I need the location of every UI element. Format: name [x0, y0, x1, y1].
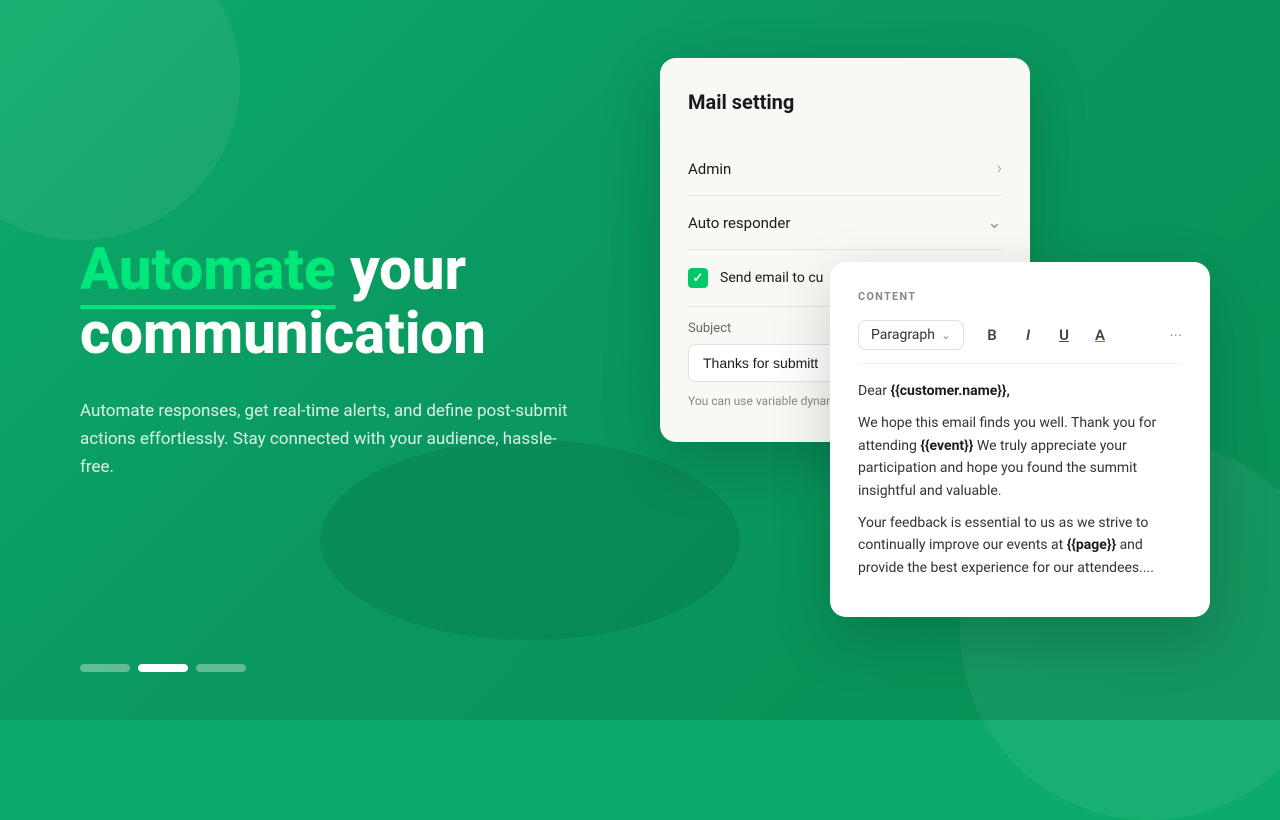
bold-button[interactable]: B [976, 319, 1008, 351]
dot-1[interactable] [80, 664, 130, 672]
paragraph-selector[interactable]: Paragraph ⌄ [858, 320, 964, 350]
hero-section: Automate yourcommunication Automate resp… [80, 239, 580, 481]
hero-description: Automate responses, get real-time alerts… [80, 397, 580, 481]
page-var: {{page}} [1067, 537, 1116, 553]
editor-body: Dear {{customer.name}}, We hope this ema… [858, 380, 1182, 579]
content-editor-card: CONTENT Paragraph ⌄ B I U A ··· Dear {{c… [830, 262, 1210, 617]
more-options-button[interactable]: ··· [1169, 326, 1182, 345]
greeting-line: Dear {{customer.name}}, [858, 380, 1182, 402]
auto-responder-row[interactable]: Auto responder ⌄ [688, 196, 1002, 250]
italic-button[interactable]: I [1012, 319, 1044, 351]
underline-button[interactable]: U [1048, 319, 1080, 351]
editor-toolbar: Paragraph ⌄ B I U A ··· [858, 319, 1182, 364]
customer-name-var: {{customer.name}} [890, 383, 1006, 399]
admin-label: Admin [688, 160, 731, 178]
body-line-1: We hope this email finds you well. Thank… [858, 412, 1182, 502]
mail-card-title: Mail setting [688, 90, 1002, 114]
chevron-down-icon: ⌄ [987, 212, 1002, 233]
body-line-2: Your feedback is essential to us as we s… [858, 512, 1182, 579]
pagination [80, 664, 246, 672]
paragraph-label: Paragraph [871, 327, 935, 343]
dot-3[interactable] [196, 664, 246, 672]
auto-responder-label: Auto responder [688, 214, 790, 232]
admin-row[interactable]: Admin › [688, 142, 1002, 196]
content-label: CONTENT [858, 290, 1182, 303]
chevron-right-icon: › [997, 158, 1002, 179]
send-email-checkbox[interactable] [688, 268, 708, 288]
hero-highlight: Automate [80, 239, 336, 303]
dot-2[interactable] [138, 664, 188, 672]
event-var: {{event}} [920, 438, 973, 454]
hero-title: Automate yourcommunication [80, 239, 580, 367]
selector-chevron-icon: ⌄ [941, 328, 951, 342]
send-email-label: Send email to cu [720, 270, 823, 286]
text-color-button[interactable]: A [1084, 319, 1116, 351]
greeting-text: Dear [858, 383, 887, 399]
